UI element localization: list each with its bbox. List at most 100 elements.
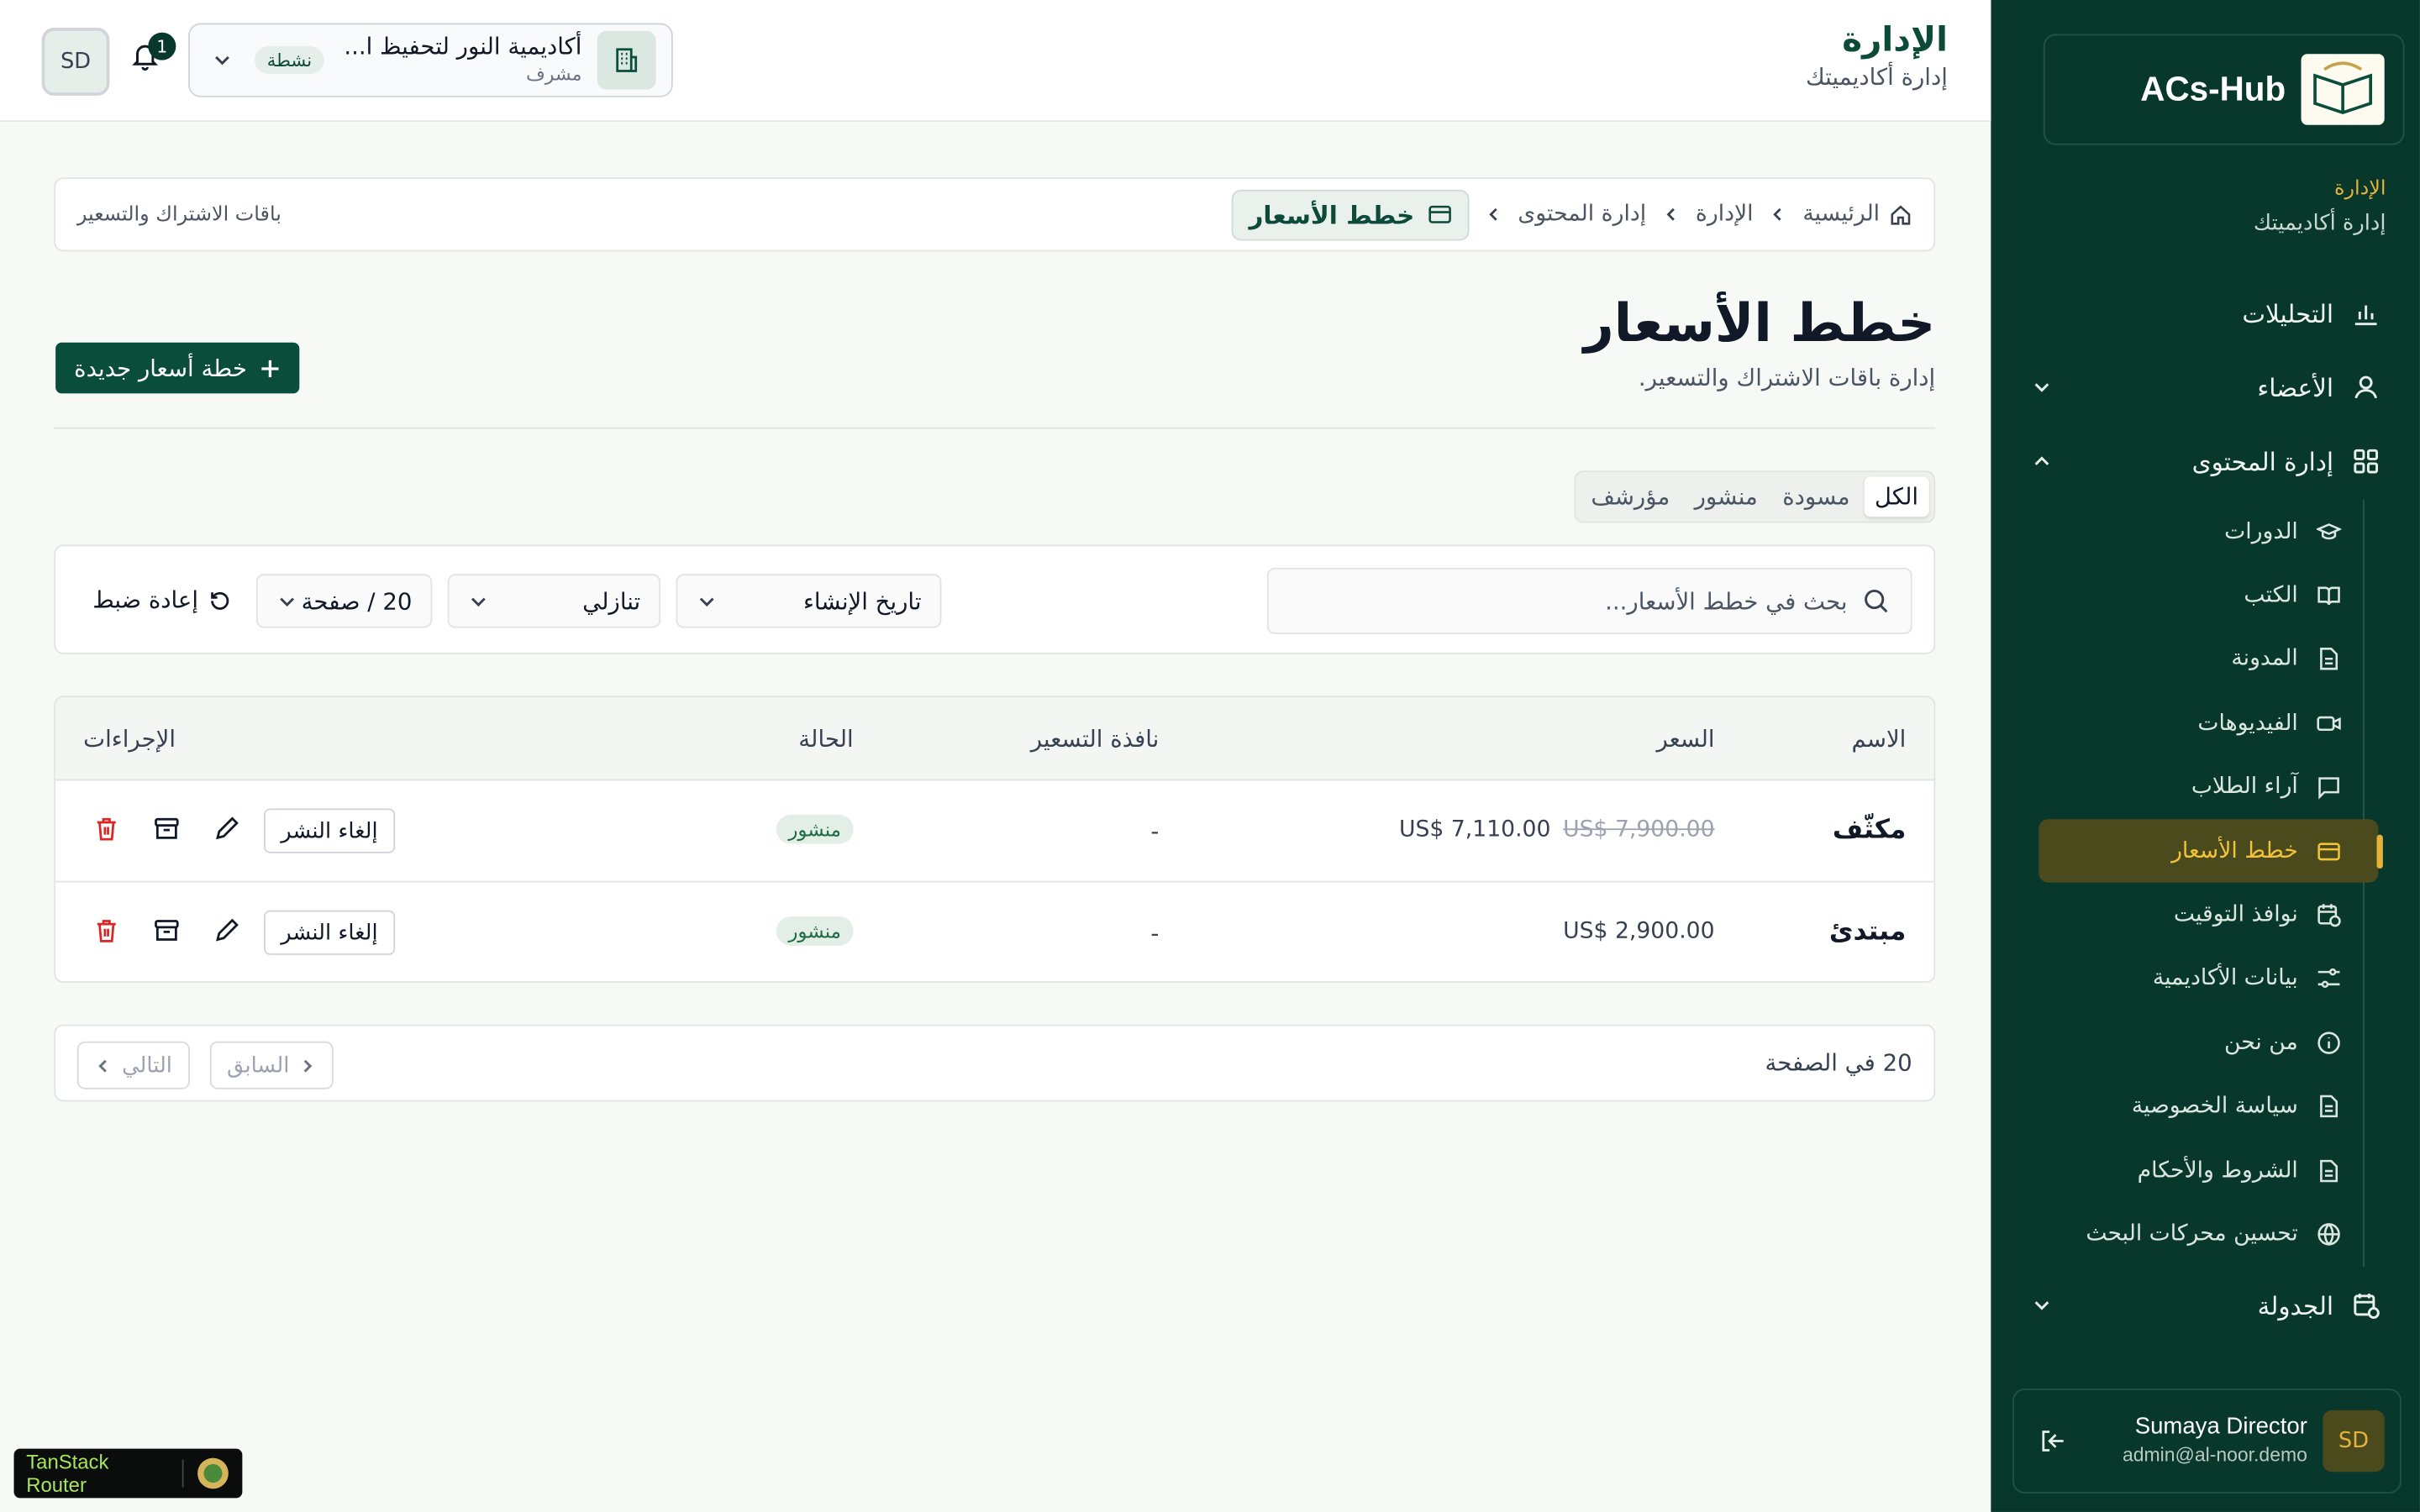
chevron-up-icon[interactable] [2031,450,2053,472]
chevron-down-icon [468,591,490,612]
content-subnav: الدورات الكتب المدونة الفيديوهات آراء ال… [2039,500,2383,1267]
nav-label: إدارة المحتوى [2191,446,2334,476]
unpublish-button[interactable]: إلغاء النشر [264,808,395,853]
chevron-left-icon [1661,205,1680,223]
sidebar-item-label: تحسين محركات البحث [2086,1221,2298,1247]
column-header-status: الحالة [798,725,854,753]
chart-icon [2352,299,2380,327]
breadcrumb-content[interactable]: إدارة المحتوى [1518,202,1646,227]
plus-icon [260,357,281,379]
tab-all[interactable]: الكل [1864,476,1929,517]
calendar-clock-icon [2317,903,2341,927]
chevron-down-icon [696,591,718,612]
sidebar-item-blog[interactable]: المدونة [2044,627,2363,691]
sidebar-item-label: من نحن [2223,1030,2298,1055]
sidebar-item-seo[interactable]: تحسين محركات البحث [2044,1202,2363,1266]
academy-name: أكاديمية النور لتحفيظ ا... [344,32,582,60]
divider [54,427,1936,429]
archive-icon[interactable] [153,815,181,843]
refresh-icon [208,589,231,612]
sidebar-item-courses[interactable]: الدورات [2044,500,2363,564]
filters-bar: بحث في خطط الأسعار... تاريخ الإنشاء تناز… [54,544,1936,654]
sidebar-item-books[interactable]: الكتب [2044,564,2363,627]
page-subtitle: إدارة باقات الاشتراك والتسعير. [1638,364,1936,392]
trash-icon[interactable] [92,916,120,944]
tab-archived[interactable]: مؤرشف [1580,477,1681,517]
header-avatar[interactable]: SD [41,28,110,96]
video-icon [2317,711,2341,735]
sidebar-item-videos[interactable]: الفيديوهات [2044,691,2363,755]
pricing-plans-table: الاسم السعر نافذة التسعير الحالة الإجراء… [54,696,1936,983]
breadcrumb: الرئيسية الإدارة إدارة المحتوى خطط الأسع… [54,177,1936,252]
next-page-button[interactable]: التالي [76,1041,190,1089]
plan-name: مبتدئ [1828,916,1907,948]
tab-draft[interactable]: مسودة [1771,477,1860,517]
price-current: US$ 7,110.00 [1399,817,1551,843]
credit-card-icon [2317,839,2341,864]
calendar-clock-icon [2352,1291,2380,1320]
table-row: مبتدئ US$ 2,900.00 - منشور إلغاء النشر [55,883,1933,982]
tab-published[interactable]: منشور [1684,477,1769,517]
order-select[interactable]: تنازلي [447,574,661,628]
chevron-right-icon [298,1056,317,1074]
status-badge: منشور [776,814,854,844]
pencil-icon[interactable] [213,916,240,944]
sliders-icon [2317,967,2341,991]
sidebar-item-pricing-plans[interactable]: خطط الأسعار [2039,819,2383,884]
archive-icon[interactable] [153,916,181,944]
sidebar-item-label: بيانات الأكاديمية [2152,966,2298,991]
reset-button[interactable]: إعادة ضبط [92,586,230,614]
chevron-down-icon[interactable] [2031,376,2053,398]
logout-icon[interactable] [2039,1427,2066,1455]
section-subtitle: إدارة أكاديميتك [2253,211,2386,237]
user-email: admin@al-noor.demo [2123,1444,2307,1466]
academy-switcher[interactable]: أكاديمية النور لتحفيظ ا... مشرف نشطة [188,23,673,97]
breadcrumb-label: خطط الأسعار [1249,199,1415,229]
search-input[interactable]: بحث في خطط الأسعار... [1266,567,1912,634]
column-header-window: نافذة التسعير [1030,725,1160,753]
status-badge: منشور [776,916,854,946]
notification-count: 1 [148,32,176,60]
sidebar-item-time-windows[interactable]: نوافذ التوقيت [2044,883,2363,947]
nav-analytics[interactable]: التحليلات [2012,282,2398,344]
sort-by-select[interactable]: تاريخ الإنشاء [676,574,942,628]
sidebar: ACs-Hub الإدارة إدارة أكاديميتك التحليلا… [1991,0,2420,1512]
building-icon [597,30,656,90]
column-header-price: السعر [1656,725,1715,753]
button-label: إعادة ضبط [92,585,199,615]
status-tabs: الكل مسودة منشور مؤرشف [1574,470,1936,523]
search-placeholder: بحث في خطط الأسعار... [1605,586,1848,615]
brand-name: ACs-Hub [2140,69,2286,108]
button-label: خطة أسعار جديدة [74,354,247,382]
sidebar-item-label: سياسة الخصوصية [2131,1094,2298,1119]
tanstack-router-devtools[interactable]: TanStack Router [13,1448,243,1499]
per-page-select[interactable]: 20 / صفحة [255,574,433,628]
sidebar-item-terms[interactable]: الشروط والأحكام [2044,1138,2363,1202]
pricing-window: - [1150,817,1160,846]
sidebar-item-about[interactable]: من نحن [2044,1011,2363,1074]
nav-schedule[interactable]: الجدولة [2012,1274,2398,1336]
document-icon [2317,1158,2341,1183]
avatar: SD [2323,1410,2385,1473]
sidebar-item-testimonials[interactable]: آراء الطلاب [2044,755,2363,819]
new-pricing-plan-button[interactable]: خطة أسعار جديدة [55,342,300,394]
breadcrumb-description: باقات الاشتراك والتسعير [76,202,281,227]
breadcrumb-home[interactable]: الرئيسية [1802,202,1912,227]
sidebar-item-label: الشروط والأحكام [2137,1158,2298,1184]
nav-members[interactable]: الأعضاء [2012,356,2398,417]
sidebar-item-privacy[interactable]: سياسة الخصوصية [2044,1074,2363,1138]
brand[interactable]: ACs-Hub [2043,34,2405,145]
button-label: التالي [122,1053,172,1078]
previous-page-button[interactable]: السابق [209,1041,334,1089]
academy-role: مشرف [525,63,582,86]
chevron-down-icon[interactable] [2031,1294,2053,1316]
trash-icon[interactable] [92,815,120,843]
pencil-icon[interactable] [213,815,240,843]
header-subtitle: إدارة أكاديميتك [1805,63,1948,92]
nav-content[interactable]: إدارة المحتوى [2012,430,2398,491]
sidebar-item-academy-data[interactable]: بيانات الأكاديمية [2044,947,2363,1011]
grid-icon [2352,448,2380,475]
breadcrumb-admin[interactable]: الإدارة [1696,202,1754,227]
user-card[interactable]: SD Sumaya Director admin@al-noor.demo [2012,1389,2402,1494]
unpublish-button[interactable]: إلغاء النشر [264,910,395,955]
